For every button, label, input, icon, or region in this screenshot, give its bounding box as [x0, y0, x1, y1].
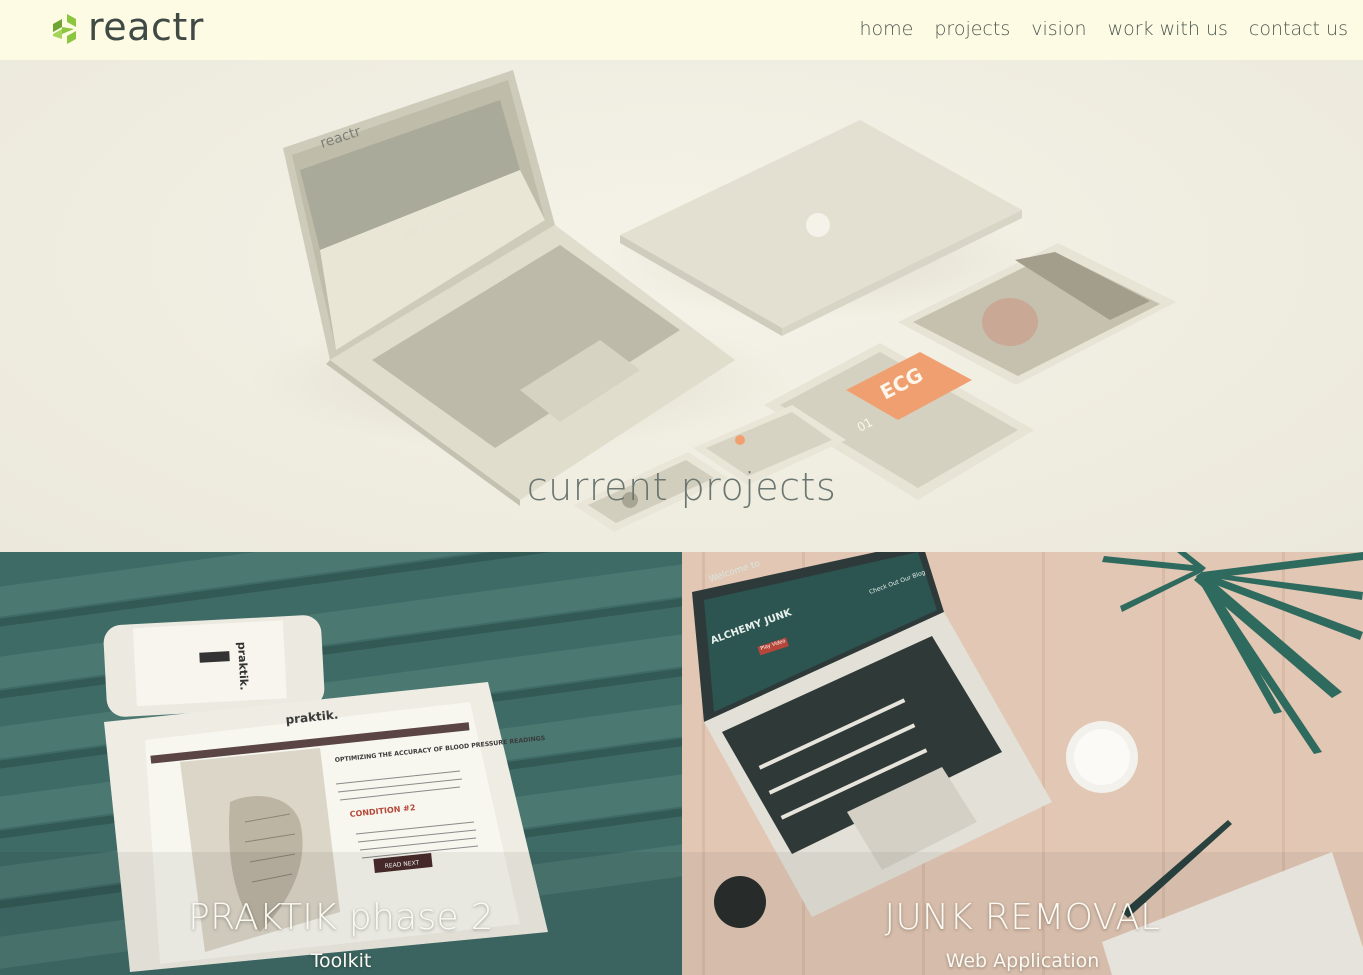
project-title: JUNK REMOVAL: [884, 897, 1161, 938]
nav-work-with-us[interactable]: work with us: [1108, 18, 1228, 40]
reactr-logo-icon: [53, 14, 76, 44]
project-subtitle: Web Application: [945, 950, 1100, 972]
hero-title: current projects: [526, 465, 837, 509]
project-card-praktik[interactable]: praktik. praktik. OPTIMIZING THE ACCURAC…: [0, 552, 682, 975]
phone-screen-brand: praktik.: [235, 641, 251, 690]
hero-section: reactr we are reactr ECG 01 current proj…: [0, 60, 1363, 552]
reactr-logo[interactable]: reactr: [50, 5, 204, 49]
nav-projects[interactable]: projects: [934, 18, 1010, 40]
top-navigation-bar: reactr home projects vision work with us…: [0, 0, 1363, 60]
nav-home[interactable]: home: [860, 18, 914, 40]
project-title: PRAKTIK phase 2: [188, 897, 494, 938]
main-nav: home projects vision work with us contac…: [839, 0, 1349, 58]
nav-vision[interactable]: vision: [1031, 18, 1086, 40]
project-card-junk-removal[interactable]: Welcome to ALCHEMY JUNK Check Out Our Bl…: [682, 552, 1363, 975]
project-subtitle: Toolkit: [310, 950, 372, 972]
nav-contact-us[interactable]: contact us: [1249, 18, 1348, 40]
logo-wordmark: reactr: [88, 5, 204, 49]
